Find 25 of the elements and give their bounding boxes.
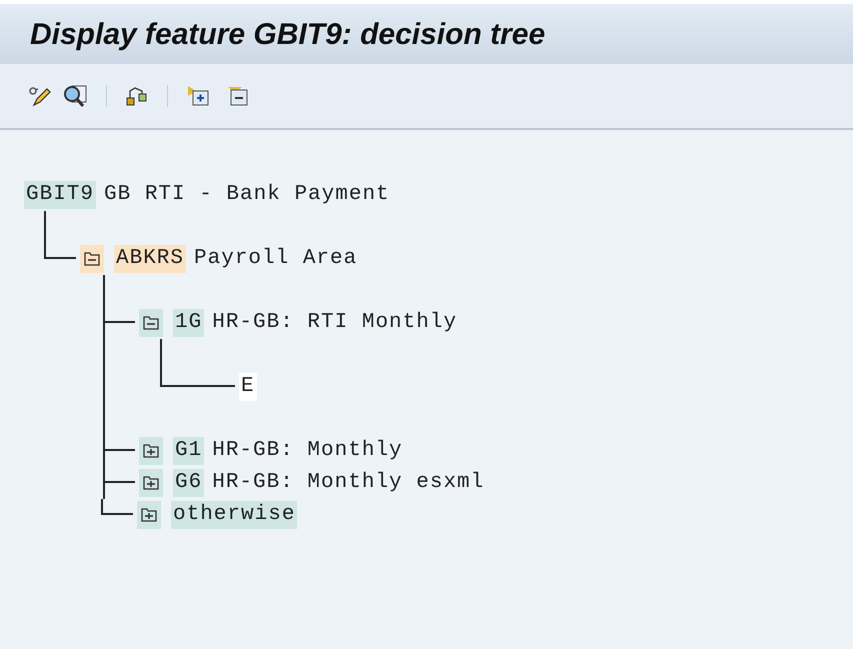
node-key[interactable]: G1 xyxy=(173,437,204,465)
folder-minus-icon[interactable] xyxy=(143,316,159,330)
folder-minus-icon[interactable] xyxy=(84,252,100,266)
expand-all-icon[interactable] xyxy=(186,85,210,107)
node-text: Payroll Area xyxy=(194,246,358,272)
hierarchy-icon[interactable] xyxy=(125,85,149,107)
node-text: HR-GB: RTI Monthly xyxy=(212,310,458,336)
node-text: HR-GB: Monthly esxml xyxy=(212,470,484,496)
pencil-glasses-icon[interactable] xyxy=(28,85,52,107)
folder-plus-icon[interactable] xyxy=(143,444,159,458)
folder-plus-icon[interactable] xyxy=(143,476,159,490)
window-title: Display feature GBIT9: decision tree xyxy=(30,16,546,52)
collapse-all-icon[interactable] xyxy=(226,85,250,107)
node-key[interactable]: GBIT9 xyxy=(24,181,96,209)
node-key[interactable]: G6 xyxy=(173,469,204,497)
node-text: GB RTI - Bank Payment xyxy=(104,182,390,208)
node-key[interactable]: E xyxy=(239,373,257,401)
node-key[interactable]: 1G xyxy=(173,309,204,337)
node-key[interactable]: ABKRS xyxy=(114,245,186,273)
connector-line xyxy=(44,211,76,259)
node-key[interactable]: otherwise xyxy=(171,501,298,529)
node-text: HR-GB: Monthly xyxy=(212,438,403,464)
connector-line xyxy=(101,499,133,515)
search-icon[interactable] xyxy=(62,84,88,108)
folder-plus-icon[interactable] xyxy=(141,508,157,522)
